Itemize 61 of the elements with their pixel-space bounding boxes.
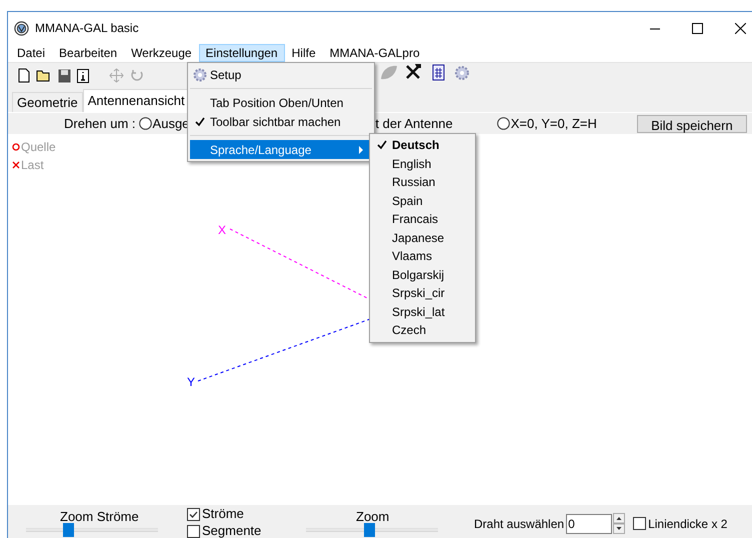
app-logo-icon — [14, 20, 29, 36]
radio-button[interactable] — [138, 117, 152, 130]
menu-item[interactable]: Tab Position Oben/Unten — [190, 93, 372, 112]
tab[interactable]: Antennenansicht — [82, 89, 190, 112]
maximize-icon[interactable] — [692, 22, 703, 34]
wire-number-field[interactable]: 0 — [566, 514, 612, 534]
gear-icon — [193, 68, 207, 82]
menu-item[interactable]: Hilfe — [284, 44, 323, 62]
rotate-label: Drehen um : — [64, 114, 136, 133]
menu-item[interactable]: Toolbar sichtbar machen — [190, 112, 372, 131]
legend-label: Quelle — [21, 139, 56, 156]
slider-thumb[interactable] — [63, 523, 74, 537]
menu-item[interactable]: English — [372, 154, 473, 173]
checkbox[interactable] — [187, 508, 200, 520]
menu-item[interactable]: Spain — [372, 192, 473, 210]
menu-item[interactable]: Datei — [10, 44, 52, 62]
circle-icon — [12, 143, 20, 151]
menu-item[interactable]: MMANA-GALpro — [322, 44, 427, 62]
radio-label: X=0, Y=0, Z=H — [510, 114, 597, 133]
menu-item[interactable]: Sprache/Language — [190, 140, 372, 159]
cross-icon — [12, 161, 20, 169]
menu-item[interactable]: Srpski_lat — [372, 302, 473, 321]
close-icon[interactable] — [735, 22, 746, 34]
gear-icon[interactable] — [455, 66, 469, 80]
save-image-button[interactable]: Bild speichern — [636, 114, 747, 132]
radio-label: Ausge — [152, 114, 190, 133]
menu-item[interactable]: Werkzeuge — [124, 44, 199, 62]
new-file-icon[interactable] — [18, 68, 30, 83]
menu-item[interactable]: Srpski_cir — [372, 284, 473, 302]
checkbox[interactable] — [187, 524, 200, 538]
menu-item[interactable]: Bolgarskij — [372, 266, 473, 284]
menu-item[interactable]: Einstellungen — [198, 44, 285, 62]
folder-icon[interactable] — [36, 69, 52, 82]
calculator-icon[interactable] — [432, 64, 444, 80]
info-icon[interactable] — [77, 68, 89, 82]
checkbox[interactable] — [633, 517, 646, 530]
menu-item[interactable]: Russian — [372, 173, 473, 192]
menu-item[interactable]: Japanese — [372, 228, 473, 247]
menu-item[interactable]: Czech — [372, 321, 473, 340]
legend-label: Last — [21, 157, 44, 174]
radio-label: t der Antenne — [375, 114, 453, 133]
menu-item[interactable]: Bearbeiten — [52, 44, 124, 62]
slider-thumb[interactable] — [364, 523, 376, 537]
y-axis-label: Y — [187, 375, 196, 389]
submenu-arrow-icon — [359, 146, 364, 154]
menu-item[interactable]: Deutsch — [372, 136, 473, 154]
checkbox-label: Segmente — [202, 524, 262, 538]
slider-label: Zoom — [356, 508, 390, 526]
x-axis-label: X — [218, 223, 226, 237]
wire-label: Draht auswählen — [474, 516, 564, 532]
slider-label: Zoom Ströme — [60, 508, 139, 526]
save-icon[interactable] — [58, 68, 71, 82]
spinner-icon[interactable] — [613, 513, 626, 534]
radio-button[interactable] — [496, 117, 510, 130]
menu-item[interactable]: Setup — [190, 65, 372, 84]
tab[interactable]: Geometrie — [12, 92, 83, 112]
window-title: MMANA-GAL basic — [35, 20, 139, 37]
checkbox-label: Liniendicke x 2 — [648, 516, 728, 532]
menu-item[interactable]: Francais — [372, 210, 473, 228]
checkbox-label: Ströme — [202, 507, 244, 521]
menu-item[interactable]: Vlaams — [372, 247, 473, 266]
